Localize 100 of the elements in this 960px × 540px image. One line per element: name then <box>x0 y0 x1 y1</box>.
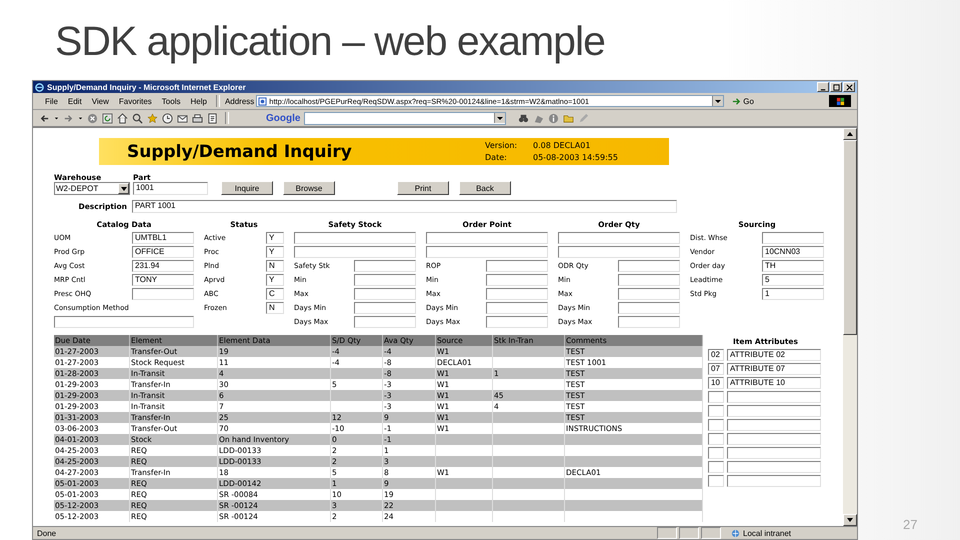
refresh-icon[interactable] <box>102 112 113 124</box>
input-field[interactable] <box>708 447 724 459</box>
input-field[interactable]: ATTRIBUTE 07 <box>727 363 821 375</box>
warehouse-select[interactable]: W2-DEPOT <box>54 182 130 195</box>
input-field[interactable]: 5 <box>762 274 824 286</box>
forward-icon[interactable] <box>63 112 74 124</box>
input-field[interactable] <box>727 447 821 459</box>
star-icon[interactable] <box>147 112 158 124</box>
search-icon[interactable] <box>132 112 143 124</box>
home-icon[interactable] <box>117 112 128 124</box>
input-field[interactable] <box>426 232 548 244</box>
mail-icon[interactable] <box>177 112 188 124</box>
input-field[interactable] <box>354 274 416 286</box>
input-field[interactable] <box>486 316 548 328</box>
input-field[interactable] <box>708 475 724 487</box>
input-field[interactable]: C <box>266 288 284 300</box>
slide-title: SDK application – web example <box>54 17 606 66</box>
input-field[interactable] <box>708 391 724 403</box>
input-field[interactable]: 231.94 <box>132 260 194 272</box>
menu-item[interactable]: Favorites <box>114 96 156 106</box>
input-field[interactable]: Y <box>266 246 284 258</box>
menu-item[interactable]: Edit <box>64 96 86 106</box>
edit-icon[interactable] <box>207 112 218 124</box>
input-field[interactable] <box>354 288 416 300</box>
menu-item[interactable]: Help <box>186 96 211 106</box>
input-field[interactable] <box>708 405 724 417</box>
binoculars-icon[interactable] <box>518 112 530 124</box>
description-field[interactable]: PART 1001 <box>132 200 677 213</box>
input-field[interactable] <box>132 288 194 300</box>
table-cell <box>492 456 564 467</box>
input-field[interactable] <box>558 232 680 244</box>
search-field[interactable] <box>304 112 506 124</box>
input-field[interactable] <box>727 433 821 445</box>
scrollbar[interactable] <box>843 128 857 526</box>
input-field[interactable] <box>708 461 724 473</box>
input-field[interactable]: UMTBL1 <box>132 232 194 244</box>
part-field[interactable]: 1001 <box>133 182 208 195</box>
input-field[interactable] <box>618 288 680 300</box>
scroll-thumb[interactable] <box>843 140 857 335</box>
input-field[interactable]: OFFICE <box>132 246 194 258</box>
menu-item[interactable]: File <box>41 96 62 106</box>
input-field[interactable] <box>762 232 824 244</box>
input-field[interactable]: TONY <box>132 274 194 286</box>
input-field[interactable] <box>727 419 821 431</box>
input-field[interactable] <box>54 316 194 328</box>
maximize-button[interactable] <box>830 82 842 92</box>
input-field[interactable]: ATTRIBUTE 10 <box>727 377 821 389</box>
print-icon[interactable] <box>192 112 203 124</box>
menu-item[interactable]: View <box>88 96 113 106</box>
google-toolbar-label[interactable]: Google <box>266 112 300 124</box>
input-field[interactable] <box>354 302 416 314</box>
stop-icon[interactable] <box>87 112 98 124</box>
input-field[interactable] <box>727 391 821 403</box>
input-field[interactable] <box>354 316 416 328</box>
input-field[interactable] <box>486 260 548 272</box>
folder-icon[interactable] <box>563 112 574 124</box>
input-field[interactable]: Y <box>266 274 284 286</box>
table-cell <box>492 500 564 511</box>
close-icon <box>846 84 852 90</box>
input-field[interactable]: 07 <box>708 363 724 375</box>
input-field[interactable] <box>727 405 821 417</box>
input-field[interactable] <box>486 274 548 286</box>
input-field[interactable] <box>727 461 821 473</box>
minimize-button[interactable] <box>817 82 829 92</box>
input-field[interactable] <box>426 246 548 258</box>
input-field[interactable] <box>294 232 416 244</box>
page-icon <box>258 96 268 106</box>
input-field[interactable]: N <box>266 302 284 314</box>
input-field[interactable]: N <box>266 260 284 272</box>
input-field[interactable] <box>618 260 680 272</box>
close-button[interactable] <box>843 82 855 92</box>
form-button[interactable]: Back <box>459 181 511 195</box>
input-field[interactable] <box>618 316 680 328</box>
input-field[interactable]: 1 <box>762 288 824 300</box>
info-icon[interactable] <box>548 112 560 124</box>
input-field[interactable]: 10 <box>708 377 724 389</box>
date-value: 05-08-2003 14:59:55 <box>533 153 619 162</box>
input-field[interactable]: ATTRIBUTE 02 <box>727 349 821 361</box>
input-field[interactable] <box>618 302 680 314</box>
input-field[interactable] <box>486 302 548 314</box>
maximize-icon <box>832 84 840 90</box>
input-field[interactable]: TH <box>762 260 824 272</box>
form-button[interactable]: Print <box>397 181 449 195</box>
input-field[interactable] <box>294 246 416 258</box>
input-field[interactable] <box>486 288 548 300</box>
back-icon[interactable] <box>39 112 50 124</box>
input-field[interactable]: 02 <box>708 349 724 361</box>
form-button[interactable]: Browse <box>283 181 335 195</box>
menu-item[interactable]: Tools <box>158 96 184 106</box>
input-field[interactable] <box>708 433 724 445</box>
input-field[interactable] <box>618 274 680 286</box>
input-field[interactable] <box>558 246 680 258</box>
input-field[interactable] <box>354 260 416 272</box>
go-button[interactable]: Go <box>726 96 760 106</box>
input-field[interactable] <box>727 475 821 487</box>
history-icon[interactable] <box>162 112 173 124</box>
input-field[interactable] <box>708 419 724 431</box>
input-field[interactable]: 10CNN03 <box>762 246 824 258</box>
input-field[interactable]: Y <box>266 232 284 244</box>
form-button[interactable]: Inquire <box>221 181 273 195</box>
